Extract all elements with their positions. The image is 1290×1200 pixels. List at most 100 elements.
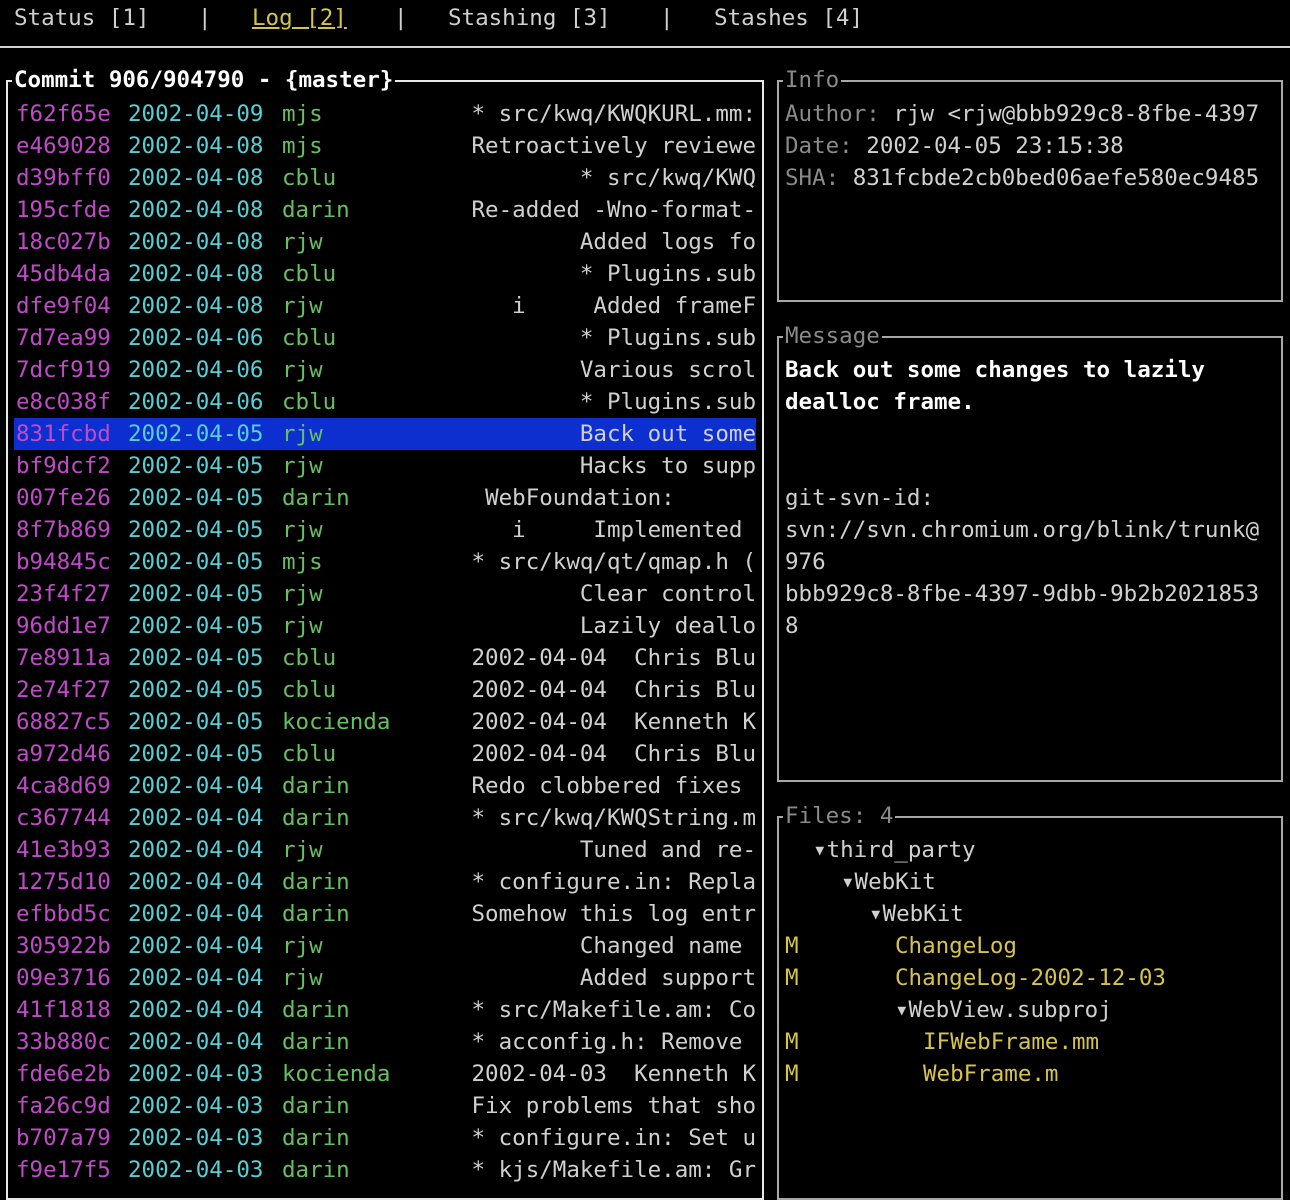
tab-log[interactable]: Log [2] (252, 2, 347, 34)
commit-message-summary: Fix problems that sho (471, 1093, 756, 1119)
tree-file[interactable]: M ChangeLog (785, 930, 1279, 962)
commit-row[interactable]: 7dcf919 2002-04-06 rjw Various scrol (14, 354, 756, 386)
tree-directory[interactable]: ▾WebKit (785, 898, 1279, 930)
commit-message-summary: * src/Makefile.am: Co (471, 997, 756, 1023)
commit-message-summary: i Added frameF (512, 293, 756, 319)
commit-row[interactable]: d39bff0 2002-04-08 cblu * src/kwq/KWQ (14, 162, 756, 194)
commit-message-summary: Tuned and re- (579, 837, 756, 863)
message-panel-title: Message (783, 320, 882, 352)
sha-value: 831fcbde2cb0bed06aefe580ec9485 (852, 165, 1260, 191)
commit-row[interactable]: 23f4f27 2002-04-05 rjw Clear control (14, 578, 756, 610)
file-name: ▾WebView.subproj (895, 997, 1112, 1023)
message-line (785, 418, 1279, 450)
info-sha-line: SHA: 831fcbde2cb0bed06aefe580ec9485 (785, 162, 1259, 194)
commit-row[interactable]: 195cfde 2002-04-08 darin Re-added -Wno-form… (14, 194, 756, 226)
log-panel-title: Commit 906/904790 - {master} (12, 64, 396, 96)
commit-row[interactable]: 8f7b869 2002-04-05 rjw i Implemented (14, 514, 756, 546)
file-status: M (785, 933, 799, 959)
commit-message-summary: Redo clobbered fixes (471, 773, 756, 799)
commit-message-summary: * src/kwq/KWQKURL.mm: (471, 101, 756, 127)
log-panel: Commit 906/904790 - {master} f62f65e 2002… (6, 64, 764, 1200)
commit-row[interactable]: fa26c9d 2002-04-03 darin Fix problems that … (14, 1090, 756, 1122)
commit-row[interactable]: bf9dcf2 2002-04-05 rjw Hacks to supp (14, 450, 756, 482)
commit-row[interactable]: 68827c5 2002-04-05 kocienda 2002-04-04 Kenn… (14, 706, 756, 738)
commit-message-summary: * configure.in: Repla (471, 869, 756, 895)
commit-row[interactable]: 1275d10 2002-04-04 darin * configure.in: Re… (14, 866, 756, 898)
files-panel: Files: 4 ▾third_party ▾WebKit ▾WebKit M Chan… (777, 800, 1283, 1200)
tree-directory[interactable]: ▾third_party (785, 834, 1279, 866)
commit-row[interactable]: fde6e2b 2002-04-03 kocienda 2002-04-03 Kenn… (14, 1058, 756, 1090)
commit-message-summary: 2002-04-04 Chris Blu (471, 741, 756, 767)
file-tree[interactable]: ▾third_party ▾WebKit ▾WebKit M ChangeLog M Cha… (785, 834, 1279, 1090)
tree-file[interactable]: M WebFrame.m (785, 1058, 1279, 1090)
commit-message-summary: * src/kwq/qt/qmap.h ( (471, 549, 756, 575)
commit-row[interactable]: 7d7ea99 2002-04-06 cblu * Plugins.sub (14, 322, 756, 354)
info-date-line: Date: 2002-04-05 23:15:38 (785, 130, 1259, 162)
file-name: WebFrame.m (923, 1061, 1059, 1087)
commit-message-summary: Somehow this log entr (471, 901, 756, 927)
file-status: M (785, 1061, 799, 1087)
commit-row[interactable]: f62f65e 2002-04-09 mjs * src/kwq/KWQKURL.mm… (14, 98, 756, 130)
file-name: ▾third_party (813, 837, 976, 863)
message-panel: Message Back out some changes to lazily d… (777, 320, 1283, 782)
tree-directory[interactable]: ▾WebView.subproj (785, 994, 1279, 1026)
commit-row[interactable]: b707a79 2002-04-03 darin * configure.in: Se… (14, 1122, 756, 1154)
date-label: Date: (785, 133, 867, 159)
info-panel-title: Info (783, 64, 842, 96)
commit-message-summary: * Plugins.sub (579, 261, 756, 287)
commit-message-summary: * src/kwq/KWQString.m (471, 805, 756, 831)
commit-message-summary: 2002-04-04 Chris Blu (471, 645, 756, 671)
file-name: ▾WebKit (841, 869, 936, 895)
commit-message-summary: * configure.in: Set u (471, 1125, 756, 1151)
commit-row[interactable]: 2e74f27 2002-04-05 cblu 2002-04-04 Chris Bl… (14, 674, 756, 706)
commit-row[interactable]: 305922b 2002-04-04 rjw Changed name (14, 930, 756, 962)
tab-stashing[interactable]: Stashing [3] (448, 2, 611, 34)
commit-message-summary: Various scrol (579, 357, 756, 383)
tab-status[interactable]: Status [1] (14, 2, 149, 34)
message-line (785, 450, 1279, 482)
commit-row[interactable]: b94845c 2002-04-05 mjs * src/kwq/qt/qmap.h … (14, 546, 756, 578)
commit-row[interactable]: f9e17f5 2002-04-03 darin * kjs/Makefile.am:… (14, 1154, 756, 1186)
file-status: M (785, 1029, 799, 1055)
commit-row[interactable]: efbbd5c 2002-04-04 darin Somehow this log e… (14, 898, 756, 930)
commit-row[interactable]: c367744 2002-04-04 darin * src/kwq/KWQStrin… (14, 802, 756, 834)
tab-stashes[interactable]: Stashes [4] (714, 2, 863, 34)
commit-row[interactable]: 4ca8d69 2002-04-04 darin Redo clobbered fix… (14, 770, 756, 802)
commit-row[interactable]: 33b880c 2002-04-04 darin * acconfig.h: Remo… (14, 1026, 756, 1058)
tree-file[interactable]: M ChangeLog-2002-12-03 (785, 962, 1279, 994)
commit-row[interactable]: 7e8911a 2002-04-05 cblu 2002-04-04 Chris Bl… (14, 642, 756, 674)
tab-bar: Status [1] | Log [2] | Stashing [3] | St… (0, 0, 1290, 48)
commit-message-summary: Hacks to supp (579, 453, 756, 479)
commit-row[interactable]: 831fcbd 2002-04-05 rjw Back out some (14, 418, 756, 450)
commit-message-summary: 2002-04-03 Kenneth K (471, 1061, 756, 1087)
commit-row[interactable]: e469028 2002-04-08 mjs Retroactively review… (14, 130, 756, 162)
commit-message-summary: * acconfig.h: Remove (471, 1029, 756, 1055)
tree-directory[interactable]: ▾WebKit (785, 866, 1279, 898)
tab-separator: | (394, 5, 408, 31)
commit-message-summary: * kjs/Makefile.am: Gr (471, 1157, 756, 1183)
commit-row[interactable]: 41f1818 2002-04-04 darin * src/Makefile.am:… (14, 994, 756, 1026)
commit-message-summary: Changed name (579, 933, 756, 959)
commit-row[interactable]: 45db4da 2002-04-08 cblu * Plugins.sub (14, 258, 756, 290)
sha-label: SHA: (785, 165, 853, 191)
commit-row[interactable]: a972d46 2002-04-05 cblu 2002-04-04 Chris Bl… (14, 738, 756, 770)
commit-row[interactable]: 09e3716 2002-04-04 rjw Added support (14, 962, 756, 994)
commit-message-summary: Lazily deallo (579, 613, 756, 639)
commit-row[interactable]: e8c038f 2002-04-06 cblu * Plugins.sub (14, 386, 756, 418)
commit-row[interactable]: dfe9f04 2002-04-08 rjw i Added frameF (14, 290, 756, 322)
commit-row[interactable]: 007fe26 2002-04-05 darin WebFoundation: (14, 482, 756, 514)
tree-file[interactable]: M IFWebFrame.mm (785, 1026, 1279, 1058)
file-name: IFWebFrame.mm (923, 1029, 1100, 1055)
message-line: 976 (785, 549, 826, 575)
message-line: svn://svn.chromium.org/blink/trunk@ (785, 517, 1260, 543)
file-status: M (785, 965, 799, 991)
commit-row[interactable]: 18c027b 2002-04-08 rjw Added logs fo (14, 226, 756, 258)
message-line: dealloc frame. (785, 389, 975, 415)
commit-row[interactable]: 96dd1e7 2002-04-05 rjw Lazily deallo (14, 610, 756, 642)
commit-list[interactable]: f62f65e 2002-04-09 mjs * src/kwq/KWQKURL.mm… (14, 98, 756, 1186)
commit-message-summary: * Plugins.sub (579, 325, 756, 351)
commit-row[interactable]: 41e3b93 2002-04-04 rjw Tuned and re- (14, 834, 756, 866)
message-line: git-svn-id: (785, 485, 935, 511)
info-author-line: Author: rjw <rjw@bbb929c8-8fbe-4397 (785, 98, 1259, 130)
commit-message[interactable]: Back out some changes to lazily dealloc f… (785, 354, 1279, 642)
